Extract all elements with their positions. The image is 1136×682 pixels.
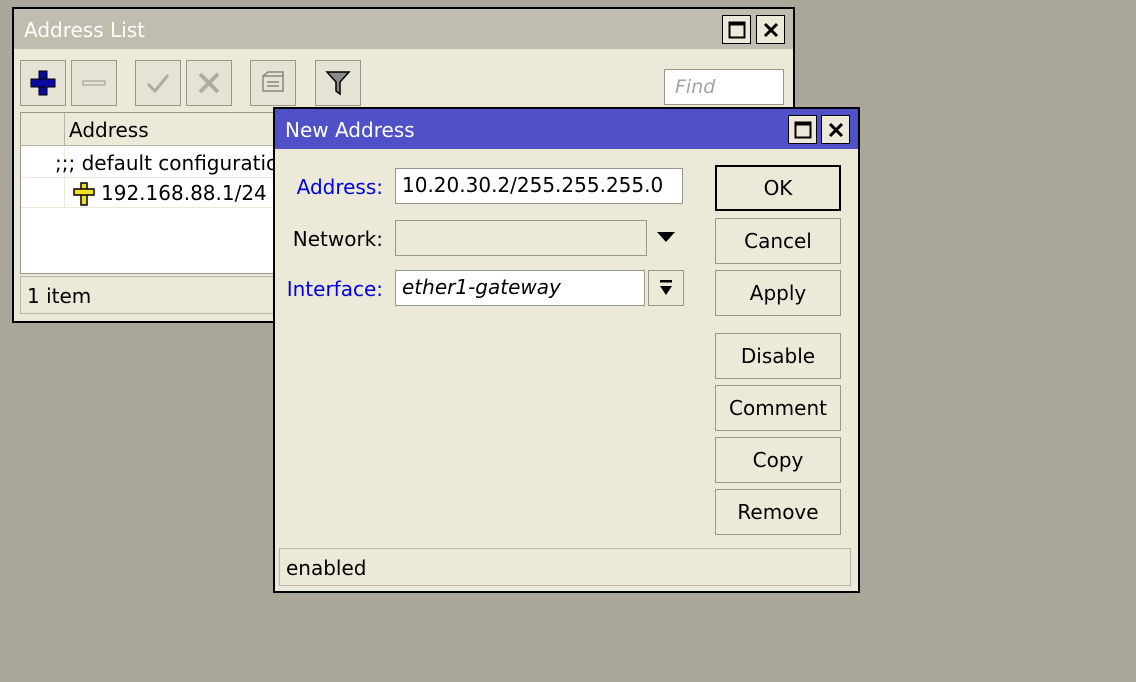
comment-row-text: ;;; default configuration: [55, 151, 291, 175]
close-button[interactable]: [756, 15, 785, 44]
enable-button[interactable]: [135, 60, 181, 106]
new-address-dialog: New Address Address: 10.20.30.2/255.255.…: [273, 107, 860, 593]
maximize-button[interactable]: [788, 115, 817, 144]
note-icon: [262, 71, 284, 92]
dialog-status: enabled: [279, 548, 851, 586]
remove-button[interactable]: Remove: [715, 489, 841, 535]
address-entry-icon: [73, 182, 95, 206]
cancel-button[interactable]: Cancel: [715, 218, 841, 264]
plus-icon: [30, 70, 56, 96]
close-icon: [828, 122, 843, 137]
maximize-icon: [794, 121, 811, 138]
address-row-text: 192.168.88.1/24: [101, 181, 267, 205]
find-input[interactable]: Find: [664, 69, 784, 105]
close-button[interactable]: [821, 115, 850, 144]
address-field[interactable]: 10.20.30.2/255.255.255.0: [395, 168, 683, 204]
select-column-header[interactable]: [21, 113, 65, 146]
filter-button[interactable]: [315, 60, 361, 106]
x-mark-icon: [198, 72, 220, 94]
add-button[interactable]: [20, 60, 66, 106]
triangle-down-icon: [657, 232, 675, 242]
disable-button[interactable]: Disable: [715, 333, 841, 379]
address-list-toolbar: Find: [14, 49, 793, 109]
interface-field[interactable]: ether1-gateway: [395, 270, 645, 306]
address-list-titlebar[interactable]: Address List: [14, 9, 793, 49]
new-address-title: New Address: [285, 118, 415, 142]
interface-dropdown-button[interactable]: [648, 270, 684, 306]
remove-toolbar-button[interactable]: [71, 60, 117, 106]
maximize-button[interactable]: [722, 15, 751, 44]
minus-icon: [82, 80, 106, 86]
network-label: Network:: [292, 227, 383, 251]
ok-button[interactable]: OK: [715, 165, 841, 211]
network-field[interactable]: [395, 220, 647, 256]
close-icon: [763, 22, 778, 37]
apply-button[interactable]: Apply: [715, 270, 841, 316]
disable-toolbar-button[interactable]: [186, 60, 232, 106]
network-dropdown-button[interactable]: [653, 223, 679, 251]
copy-button[interactable]: Copy: [715, 437, 841, 483]
comment-button[interactable]: Comment: [715, 385, 841, 431]
address-label: Address:: [296, 175, 383, 199]
comment-toolbar-button[interactable]: [250, 60, 296, 106]
interface-label: Interface:: [286, 277, 383, 301]
new-address-titlebar[interactable]: New Address: [275, 109, 858, 149]
filter-icon: [325, 71, 351, 96]
check-icon: [146, 74, 170, 94]
column-header-address[interactable]: Address: [69, 118, 149, 142]
arrow-down-bar-icon: [660, 280, 672, 295]
address-list-title: Address List: [24, 18, 145, 42]
maximize-icon: [728, 21, 745, 38]
